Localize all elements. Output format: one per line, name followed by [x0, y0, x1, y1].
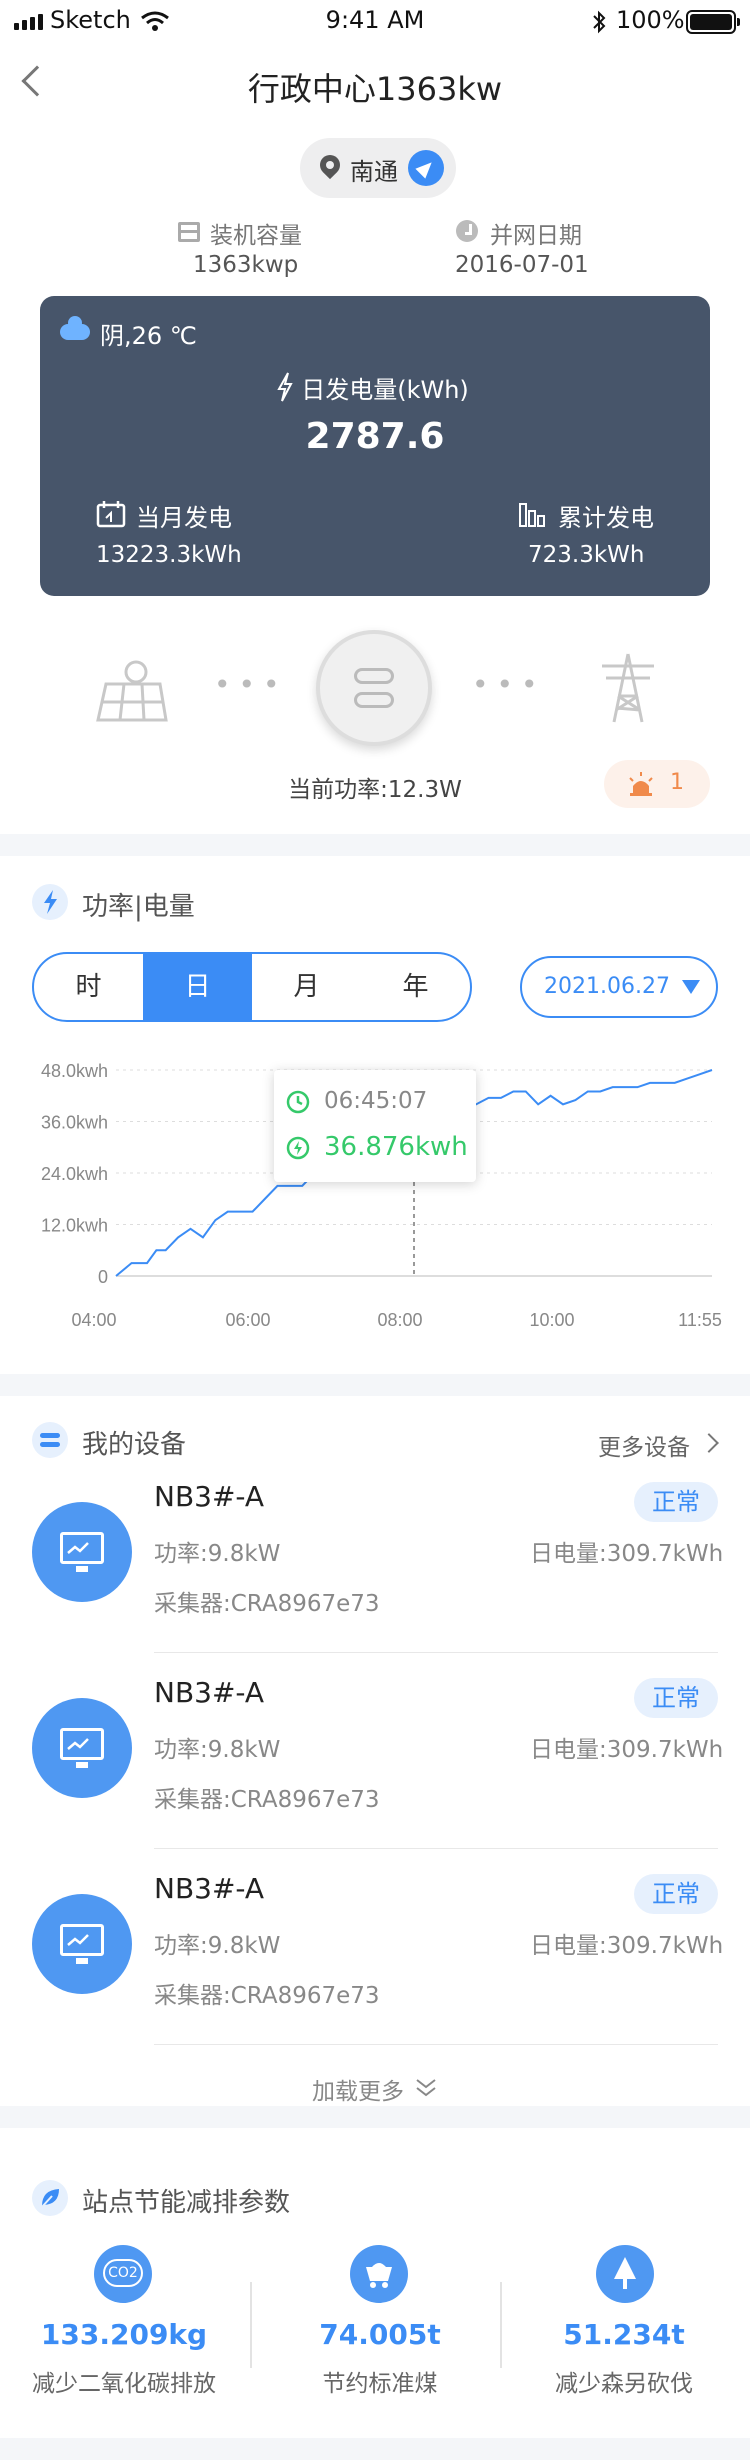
capacity-icon — [178, 222, 200, 242]
total-gen-label: 累计发电 — [558, 504, 654, 532]
devices-section-title: 我的设备 — [82, 1430, 187, 1460]
x-tick-label: 08:00 — [377, 1310, 422, 1330]
flow-dots-left: ••• — [214, 668, 288, 701]
status-badge: 正常 — [634, 1678, 718, 1718]
date-picker[interactable]: 2021.06.27 — [520, 956, 718, 1018]
device-collector: 采集器:CRA8967e73 — [154, 1983, 380, 2009]
co2-icon: CO2 — [94, 2245, 152, 2303]
tab-year[interactable]: 年 — [361, 954, 470, 1020]
alarm-count: 1 — [670, 770, 684, 795]
monitor-icon — [32, 1894, 132, 1994]
power-section-title: 功率|电量 — [82, 892, 195, 922]
row-divider — [154, 1652, 718, 1653]
status-badge: 正常 — [634, 1874, 718, 1914]
status-badge: 正常 — [634, 1482, 718, 1522]
device-name: NB3#-A — [154, 1872, 265, 1905]
bluetooth-icon — [593, 10, 606, 34]
daily-gen-label: 日发电量(kWh) — [301, 376, 469, 404]
capacity-value: 1363kwp — [193, 252, 299, 278]
device-collector: 采集器:CRA8967e73 — [154, 1591, 380, 1617]
more-devices-link[interactable]: 更多设备 — [598, 1428, 690, 1462]
generation-card: 阴,26 ℃ 日发电量(kWh) 2787.6 当月发电 13223.3kWh … — [40, 296, 710, 596]
power-tower-icon — [602, 653, 654, 723]
energy-section-title: 站点节能减排参数 — [82, 2188, 291, 2218]
lightning-icon — [286, 1136, 310, 1160]
alarm-badge[interactable]: 1 — [604, 760, 710, 808]
location-label: 南通 — [350, 158, 398, 186]
device-power: 功率:9.8kW — [154, 1541, 281, 1567]
grid-date-label: 并网日期 — [490, 223, 582, 249]
lightning-section-icon — [32, 884, 68, 920]
y-tick-label: 48.0kwh — [41, 1061, 108, 1081]
forest-value: 51.234t — [563, 2318, 685, 2351]
coal-value: 74.005t — [319, 2318, 441, 2351]
daily-gen-value: 2787.6 — [305, 416, 445, 457]
y-tick-label: 24.0kwh — [41, 1164, 108, 1184]
dropdown-icon — [682, 980, 700, 994]
y-tick-label: 12.0kwh — [41, 1216, 108, 1236]
navigate-icon[interactable] — [408, 150, 444, 186]
calendar-icon — [96, 501, 126, 528]
x-tick-label: 10:00 — [529, 1310, 574, 1330]
device-list-icon — [32, 1422, 68, 1458]
device-daily-energy: 日电量:309.7kWh — [530, 1737, 724, 1763]
monitor-icon — [32, 1698, 132, 1798]
co2-label: 减少二氧化碳排放 — [32, 2371, 216, 2397]
x-tick-label: 11:55 — [678, 1310, 722, 1330]
inverter-icon — [316, 630, 432, 746]
x-tick-label: 06:00 — [225, 1310, 270, 1330]
location-pin-icon — [315, 150, 345, 180]
device-name: NB3#-A — [154, 1480, 265, 1513]
total-gen-value: 723.3kWh — [528, 542, 645, 568]
status-bar: Sketch 9:41 AM 100% — [0, 0, 750, 44]
device-daily-energy: 日电量:309.7kWh — [530, 1541, 724, 1567]
battery-percent: 100% — [616, 6, 685, 34]
location-pill[interactable]: 南通 — [300, 138, 456, 198]
cloud-icon — [60, 316, 90, 340]
y-tick-label: 0 — [98, 1267, 108, 1287]
tree-icon — [596, 2245, 654, 2303]
clock-icon — [456, 220, 478, 242]
x-tick-label: 04:00 — [71, 1310, 116, 1330]
monthly-gen-label: 当月发电 — [136, 504, 232, 532]
solar-panel-icon — [96, 660, 168, 722]
bar-stats-icon — [519, 503, 545, 527]
clock-icon — [286, 1090, 310, 1114]
leaf-icon — [32, 2180, 68, 2216]
coal-label: 节约标准煤 — [322, 2371, 438, 2397]
monthly-gen-value: 13223.3kWh — [96, 542, 242, 568]
weather-text: 阴,26 ℃ — [100, 322, 197, 350]
device-power: 功率:9.8kW — [154, 1933, 281, 1959]
date-value: 2021.06.27 — [544, 974, 670, 999]
flow-dots-right: ••• — [472, 668, 546, 701]
alarm-icon — [629, 772, 653, 796]
device-name: NB3#-A — [154, 1676, 265, 1709]
device-daily-energy: 日电量:309.7kWh — [530, 1933, 724, 1959]
tooltip-time: 06:45:07 — [324, 1088, 428, 1114]
chart-tooltip: 06:45:07 36.876kwh — [274, 1070, 476, 1182]
tab-month[interactable]: 月 — [252, 954, 361, 1020]
capacity-label: 装机容量 — [210, 223, 302, 249]
device-collector: 采集器:CRA8967e73 — [154, 1787, 380, 1813]
forest-label: 减少森另砍伐 — [555, 2371, 693, 2397]
tab-hour[interactable]: 时 — [34, 954, 143, 1020]
y-tick-label: 36.0kwh — [41, 1113, 108, 1133]
divider — [250, 2282, 252, 2368]
tooltip-value: 36.876kwh — [324, 1132, 468, 1162]
double-chevron-down-icon[interactable] — [414, 2078, 438, 2098]
row-divider — [154, 2044, 718, 2045]
page-title: 行政中心1363kw — [247, 70, 503, 108]
divider — [500, 2282, 502, 2368]
period-tabs: 时 日 月 年 — [32, 952, 472, 1022]
load-more-button[interactable]: 加载更多 — [312, 2072, 404, 2106]
row-divider — [154, 1848, 718, 1849]
co2-value: 133.209kg — [40, 2318, 208, 2351]
grid-date-value: 2016-07-01 — [455, 252, 589, 278]
coal-cart-icon — [350, 2245, 408, 2303]
tab-day[interactable]: 日 — [143, 954, 252, 1020]
device-power: 功率:9.8kW — [154, 1737, 281, 1763]
battery-icon — [686, 10, 740, 34]
monitor-icon — [32, 1502, 132, 1602]
